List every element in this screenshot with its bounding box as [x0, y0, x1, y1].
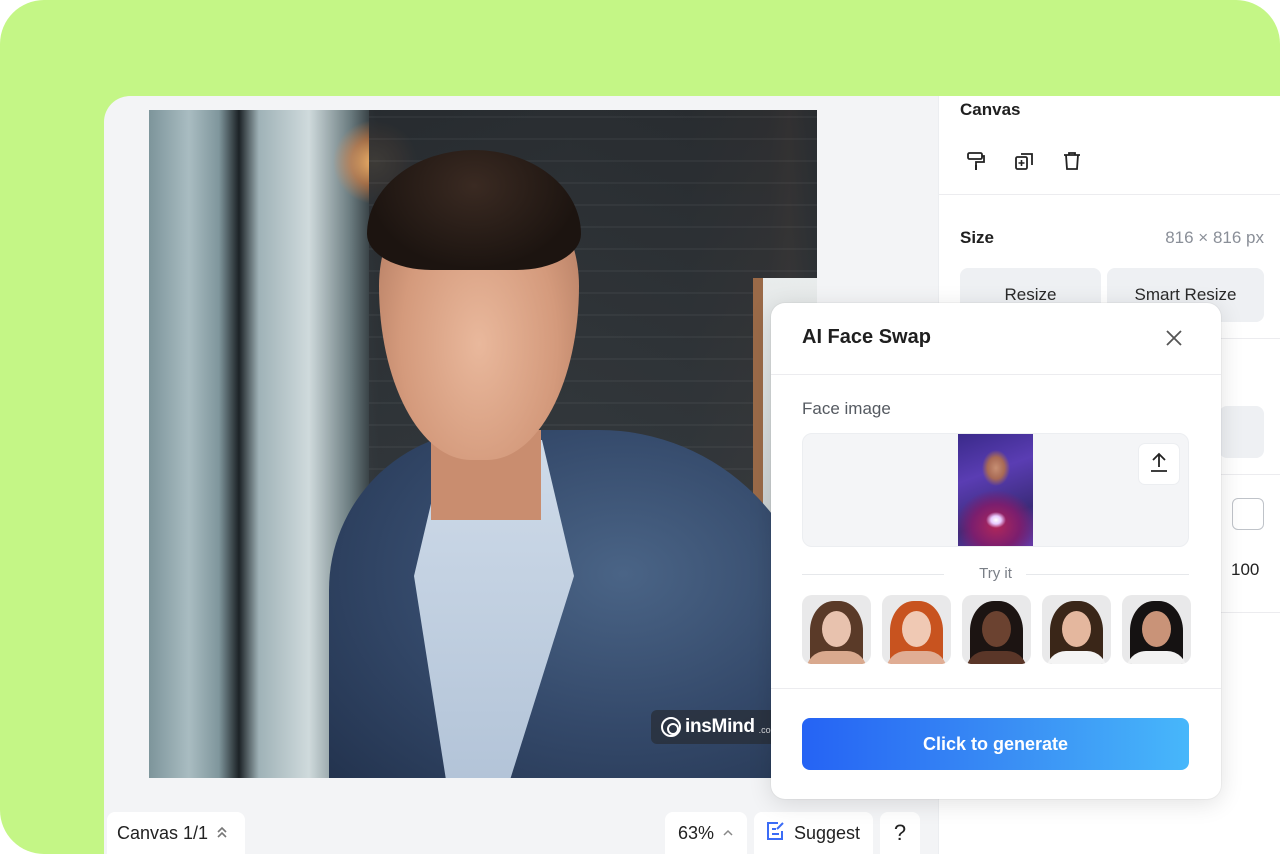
- face: [822, 611, 851, 647]
- dialog-title: AI Face Swap: [802, 326, 931, 348]
- sample-woman-dark[interactable]: [962, 595, 1031, 664]
- divider: [771, 374, 1221, 375]
- divider: [771, 688, 1221, 689]
- panel-title: Canvas: [960, 100, 1021, 119]
- generate-button[interactable]: Click to generate: [802, 718, 1189, 770]
- sample-man-young[interactable]: [1042, 595, 1111, 664]
- help-label: ?: [893, 820, 907, 845]
- face-image-dropzone[interactable]: [802, 433, 1189, 547]
- chevron-up-icon: [722, 825, 734, 841]
- watermark: insMind .com: [651, 710, 781, 744]
- watermark-brand: insMind: [685, 716, 755, 737]
- divider: [939, 194, 1280, 195]
- format-painter-button[interactable]: [963, 150, 989, 176]
- upload-button[interactable]: [1139, 444, 1179, 484]
- canvas-image[interactable]: insMind .com: [149, 110, 817, 778]
- size-label: Size: [960, 228, 995, 247]
- sample-woman-redhead[interactable]: [882, 595, 951, 664]
- sample-woman-brunette[interactable]: [802, 595, 871, 664]
- canvas-page-selector[interactable]: Canvas 1/1: [107, 812, 245, 854]
- duplicate-button[interactable]: [1011, 150, 1037, 176]
- suggest-label: Suggest: [794, 822, 861, 843]
- panel-option-button[interactable]: [1219, 406, 1264, 458]
- double-chevron-up-icon: [216, 825, 228, 842]
- size-value: 816 × 816 px: [1165, 228, 1264, 247]
- zoom-selector[interactable]: 63%: [665, 812, 747, 854]
- face-image-label: Face image: [802, 399, 891, 418]
- sample-faces: [802, 595, 1191, 664]
- opacity-value[interactable]: 100: [1231, 560, 1259, 580]
- face-image-preview: [958, 434, 1033, 546]
- duplicate-icon: [1013, 150, 1035, 177]
- sample-man-beard[interactable]: [1122, 595, 1191, 664]
- face-swap-dialog: AI Face Swap Face image Try it Click to …: [771, 303, 1221, 799]
- help-button[interactable]: ?: [880, 812, 920, 854]
- face: [982, 611, 1011, 647]
- try-it-separator: Try it: [802, 565, 1189, 585]
- face: [1142, 611, 1171, 647]
- face: [902, 611, 931, 647]
- insmind-logo-icon: [661, 717, 681, 737]
- close-button[interactable]: [1163, 327, 1185, 349]
- trash-icon: [1061, 150, 1083, 177]
- face: [1062, 611, 1091, 647]
- zoom-level: 63%: [677, 822, 715, 843]
- suggest-icon: [764, 820, 786, 847]
- color-swatch[interactable]: [1232, 498, 1264, 530]
- suggest-button[interactable]: Suggest: [754, 812, 873, 854]
- delete-button[interactable]: [1059, 150, 1085, 176]
- canvas-page-label: Canvas 1/1: [117, 822, 209, 843]
- canvas-tools: [963, 150, 1085, 176]
- paint-roller-icon: [965, 150, 987, 177]
- separator-line: [1026, 574, 1189, 575]
- close-icon: [1163, 330, 1185, 353]
- upload-icon: [1149, 451, 1169, 478]
